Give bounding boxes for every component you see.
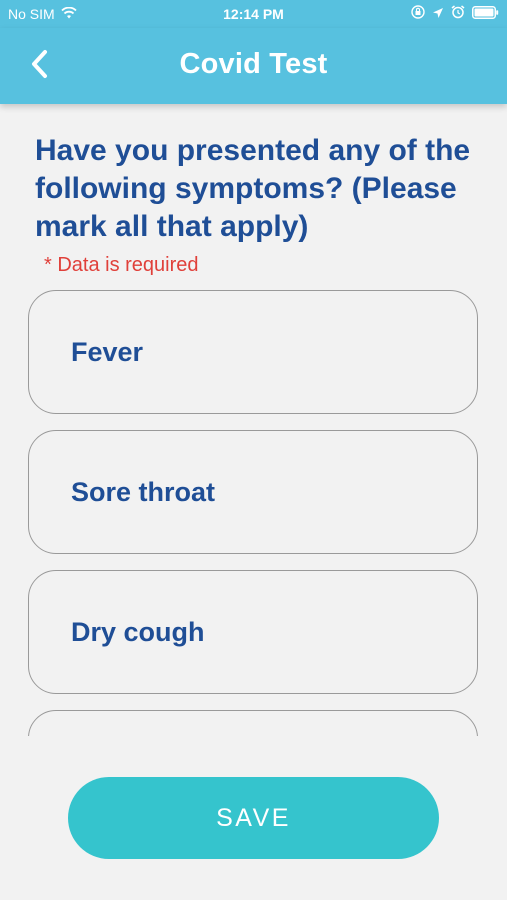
nav-bar: Covid Test	[0, 28, 507, 104]
required-note: * Data is required	[44, 254, 199, 276]
status-right	[411, 5, 499, 22]
option-partial[interactable]	[28, 710, 478, 736]
orientation-lock-icon	[411, 5, 425, 22]
save-button[interactable]: SAVE	[68, 777, 439, 859]
option-label: Fever	[71, 337, 144, 367]
status-bar: No SIM 12:14 PM	[0, 0, 507, 28]
option-sore-throat[interactable]: Sore throat	[28, 430, 478, 554]
option-fever[interactable]: Fever	[28, 290, 478, 414]
location-arrow-icon	[432, 6, 444, 22]
option-label: Sore throat	[71, 477, 216, 507]
symptom-options-list[interactable]: Fever Sore throat Dry cough	[28, 290, 480, 736]
option-dry-cough[interactable]: Dry cough	[28, 570, 478, 694]
alarm-clock-icon	[451, 5, 465, 22]
battery-icon	[472, 5, 499, 22]
page-title: Covid Test	[179, 48, 328, 80]
question-text: Have you presented any of the following …	[35, 134, 471, 243]
option-label: Dry cough	[71, 617, 205, 647]
